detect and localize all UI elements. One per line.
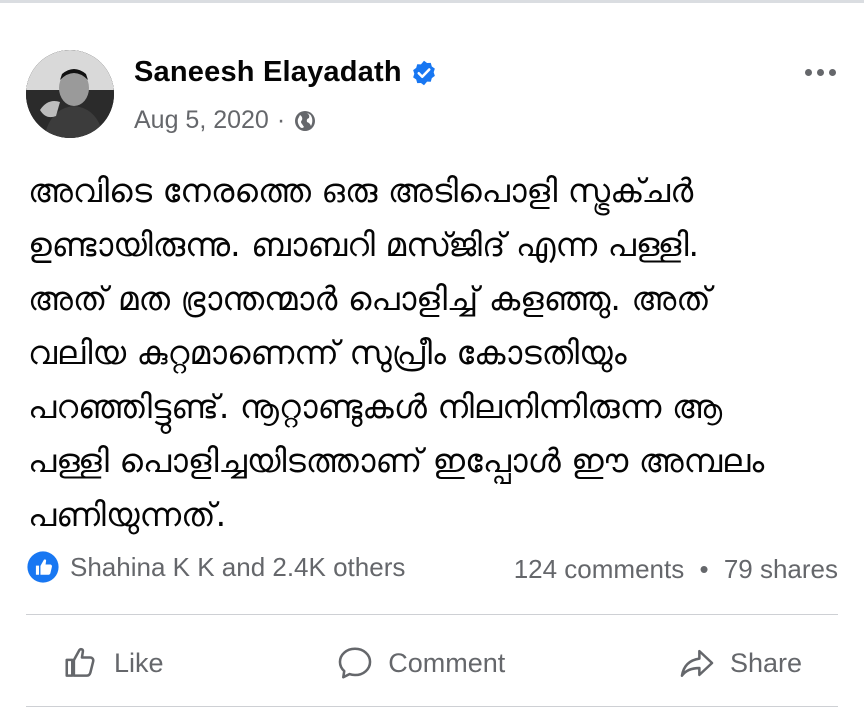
engagement-counts: 124 comments • 79 shares <box>514 554 838 585</box>
author-name[interactable]: Saneesh Elayadath <box>134 56 402 89</box>
verified-badge-icon <box>412 60 435 85</box>
like-button[interactable]: Like <box>26 630 200 696</box>
reactions-text: Shahina K K and 2.4K others <box>70 551 406 582</box>
thumbs-up-icon <box>65 647 95 677</box>
shares-count[interactable]: 79 shares <box>724 554 838 584</box>
post-text-line: വലിയ കുറ്റമാണെന്ന് സുപ്രീം കോടതിയും <box>28 333 627 372</box>
share-label: Share <box>729 647 802 678</box>
bottom-divider <box>26 706 838 707</box>
action-bar: Like Comment Share <box>26 630 838 696</box>
post-text-line: അവിടെ നേരത്തെ ഒരു അടിപൊളി സ്ട്രക്ചർ <box>28 171 694 210</box>
post-text-line: പറഞ്ഞിട്ടുണ്ട്. നൂറ്റാണ്ടുകൾ നിലനിന്നിരു… <box>28 387 723 426</box>
comment-bubble-icon <box>338 647 372 679</box>
actions-divider <box>26 614 838 615</box>
post-header: Saneesh Elayadath Aug 5, 2020 · <box>26 50 846 142</box>
post-date[interactable]: Aug 5, 2020 <box>134 106 269 135</box>
post-meta: Aug 5, 2020 · <box>134 106 317 135</box>
share-arrow-icon <box>680 649 714 677</box>
post-text: അവിടെ നേരത്തെ ഒരു അടിപൊളി സ്ട്രക്ചർ ഉണ്ട… <box>28 164 838 542</box>
avatar[interactable] <box>26 50 114 138</box>
top-divider <box>0 0 864 3</box>
share-button[interactable]: Share <box>642 630 838 696</box>
avatar-photo <box>26 50 114 138</box>
more-options-button[interactable] <box>800 62 840 82</box>
post-text-line: അത് മത ഭ്രാന്തന്മാർ പൊളിച്ച് കളഞ്ഞു. അത് <box>28 279 711 318</box>
like-reaction-icon <box>27 551 59 583</box>
stats-separator: • <box>699 554 709 584</box>
globe-icon[interactable] <box>293 109 317 133</box>
comment-button[interactable]: Comment <box>300 630 541 696</box>
post-text-line: പണിയുന്നത്. <box>28 495 227 534</box>
post-text-line: ഉണ്ടായിരുന്നു. ബാബറി മസ്ജിദ് എന്ന പള്ളി. <box>28 225 699 264</box>
post-stats: Shahina K K and 2.4K others 124 comments… <box>26 546 838 588</box>
meta-separator: · <box>276 106 286 134</box>
comment-label: Comment <box>388 647 506 678</box>
post-text-line: പള്ളി പൊളിച്ചയിടത്താണ് ഇപ്പോൾ ഈ അമ്പലം <box>28 441 765 480</box>
more-dot-icon <box>816 68 824 76</box>
reactions-summary[interactable]: Shahina K K and 2.4K others <box>26 550 405 584</box>
more-dot-icon <box>828 68 836 76</box>
like-label: Like <box>114 647 164 678</box>
comments-count[interactable]: 124 comments <box>514 554 685 584</box>
more-dot-icon <box>804 68 812 76</box>
